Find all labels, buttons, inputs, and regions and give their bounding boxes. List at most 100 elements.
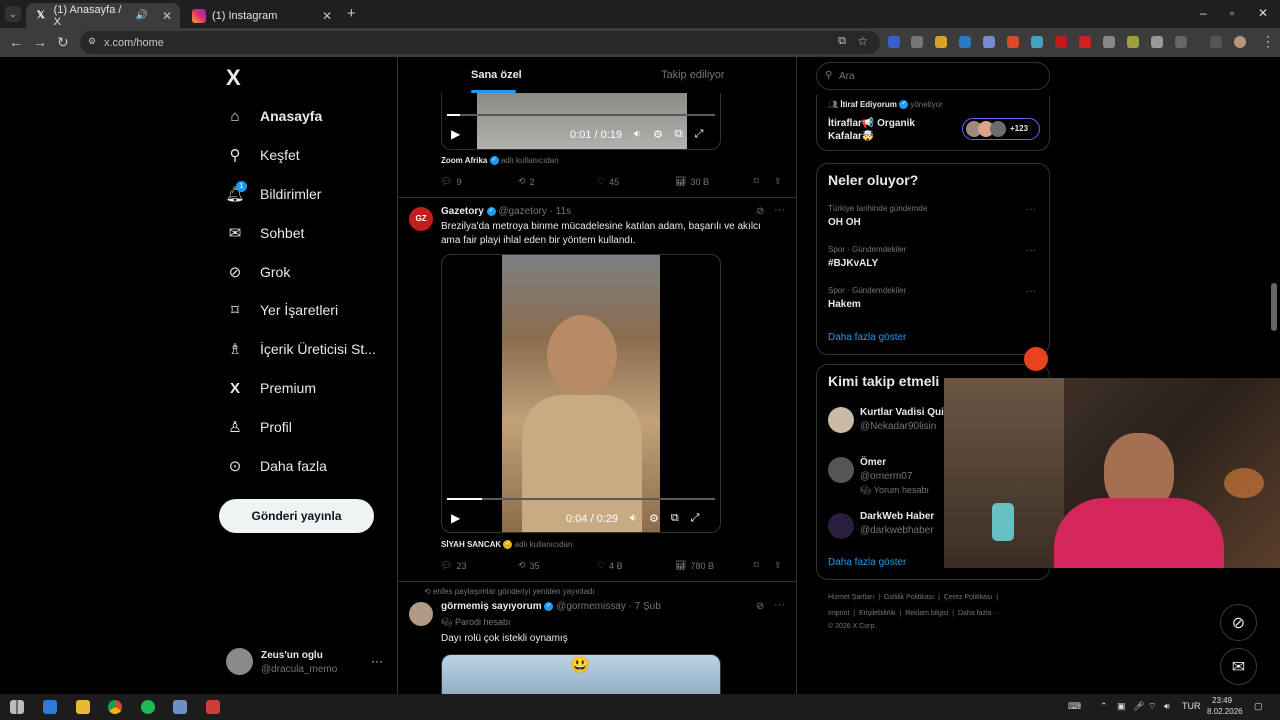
repost-button[interactable]: ⟲ 2: [518, 176, 535, 187]
sidebar-item-home[interactable]: ⌂ Anasayfa: [226, 104, 322, 128]
media-image[interactable]: 😃: [441, 654, 721, 694]
input-language[interactable]: TUR: [1182, 701, 1201, 711]
browser-tab-instagram[interactable]: (1) Instagram ✕: [184, 3, 340, 28]
footer-link[interactable]: Erişilebilirlik: [859, 610, 896, 617]
post-time[interactable]: · 11s: [550, 206, 572, 217]
show-more-link[interactable]: Daha fazla göster: [828, 332, 906, 343]
extension-icon[interactable]: [888, 36, 900, 48]
avatar[interactable]: GZ: [409, 207, 433, 231]
file-explorer-icon[interactable]: [76, 700, 90, 714]
avatar[interactable]: [409, 602, 433, 626]
show-more-link[interactable]: Daha fazla göster: [828, 557, 906, 568]
profile-avatar-icon[interactable]: [1234, 36, 1246, 48]
address-bar[interactable]: ⚙ x.com/home ⧉ ☆: [80, 31, 880, 54]
extension-icon[interactable]: [1079, 36, 1091, 48]
app-icon[interactable]: [173, 700, 187, 714]
tray-icon[interactable]: ▣: [1117, 701, 1126, 712]
notification-icon[interactable]: ▢: [1254, 701, 1263, 712]
spotify-icon[interactable]: [141, 700, 155, 714]
more-icon[interactable]: ···: [1026, 286, 1036, 297]
post-time[interactable]: · 7 Şub: [629, 601, 661, 612]
extension-icon[interactable]: [983, 36, 995, 48]
sidebar-item-chat[interactable]: ✉ Sohbet: [226, 221, 305, 245]
reading-list-icon[interactable]: [1210, 36, 1222, 48]
sidebar-item-bookmarks[interactable]: ⌑ Yer İşaretleri: [226, 298, 338, 322]
share-icon[interactable]: ⇪: [774, 560, 782, 571]
author-handle[interactable]: @gazetory: [498, 206, 547, 217]
settings-icon[interactable]: ⚙: [653, 128, 663, 141]
sidebar-item-more[interactable]: ⊙ Daha fazla: [226, 454, 327, 478]
microphone-icon[interactable]: 🎤︎: [1133, 701, 1144, 712]
extension-icon[interactable]: [935, 36, 947, 48]
tab-search-button[interactable]: ⌄: [5, 6, 21, 22]
volume-icon[interactable]: 🔊︎: [1164, 701, 1170, 712]
close-tab-icon[interactable]: ✕: [162, 9, 172, 23]
extension-icon[interactable]: [1103, 36, 1115, 48]
back-icon[interactable]: ←: [9, 34, 23, 50]
bookmark-star-icon[interactable]: ☆: [857, 34, 868, 48]
grok-icon[interactable]: ⊘: [756, 206, 764, 217]
network-icon[interactable]: ⌔: [1148, 701, 1156, 712]
install-app-icon[interactable]: ⧉: [838, 35, 846, 48]
footer-link[interactable]: Gizlilik Politikası: [884, 594, 934, 601]
volume-icon[interactable]: 🔉︎: [630, 512, 637, 525]
pip-icon[interactable]: ⧉: [675, 128, 683, 141]
fullscreen-icon[interactable]: ⤢: [691, 512, 700, 525]
more-icon[interactable]: ···: [1026, 245, 1036, 256]
app-icon[interactable]: [43, 700, 57, 714]
extension-icon[interactable]: [1127, 36, 1139, 48]
sidebar-item-profile[interactable]: ♙ Profil: [226, 415, 292, 439]
extension-icon[interactable]: [1031, 36, 1043, 48]
repost-note-text[interactable]: enfes paylaşımlar gönderiyi yeniden yayı…: [433, 587, 595, 596]
sidebar-item-creator-studio[interactable]: ♗ İçerik Üreticisi St...: [226, 337, 376, 361]
app-icon[interactable]: [206, 700, 220, 714]
views-button[interactable]: 📊︎ 780 B: [675, 560, 714, 571]
video-progress-bar[interactable]: [447, 498, 715, 500]
author-name[interactable]: görmemiş sayıyorum: [441, 601, 542, 612]
chrome-icon[interactable]: [108, 700, 122, 714]
browser-tab-x[interactable]: 𝕏 (1) Anasayfa / X 🔊 ✕: [26, 3, 180, 28]
footer-link[interactable]: Imprint: [828, 610, 849, 617]
more-icon[interactable]: ···: [371, 654, 383, 668]
grok-icon[interactable]: ⊘: [756, 601, 764, 612]
more-icon[interactable]: ···: [774, 599, 785, 611]
community-title[interactable]: İtiraflar📢 Organik Kafalar🤯: [828, 117, 915, 143]
views-button[interactable]: 📊︎ 30 B: [675, 176, 709, 187]
more-icon[interactable]: ···: [1026, 204, 1036, 215]
sidebar-item-notifications[interactable]: 🔔︎ 1 Bildirimler: [225, 181, 321, 206]
extension-icon[interactable]: [911, 36, 923, 48]
extensions-puzzle-icon[interactable]: [1175, 36, 1187, 48]
video-progress-bar[interactable]: [447, 114, 715, 116]
new-tab-button[interactable]: +: [347, 5, 356, 22]
clock-time[interactable]: 23:49: [1212, 696, 1232, 705]
browser-menu-icon[interactable]: ⋮: [1261, 33, 1275, 50]
community-name[interactable]: İtiraf Ediyorum: [840, 100, 896, 109]
reload-icon[interactable]: ↻: [57, 34, 69, 51]
close-window-button[interactable]: ✕: [1258, 6, 1268, 20]
keyboard-icon[interactable]: ⌨: [1068, 701, 1081, 712]
author-name[interactable]: Gazetory: [441, 206, 484, 217]
video-player[interactable]: ▶ 0:04 / 0:29 🔉︎ ⚙ ⧉ ⤢: [441, 254, 721, 533]
fullscreen-icon[interactable]: ⤢: [695, 128, 704, 141]
community-card[interactable]: 👥︎ İtiraf Ediyorum ✓ yönetiyor İtiraflar…: [816, 95, 1050, 151]
more-icon[interactable]: ···: [774, 204, 785, 216]
like-button[interactable]: ♡ 45: [597, 176, 619, 187]
tray-overflow-icon[interactable]: ⌃: [1100, 701, 1108, 712]
footer-link[interactable]: Reklam bilgisi: [905, 610, 948, 617]
extension-icon[interactable]: [1055, 36, 1067, 48]
repost-button[interactable]: ⟲ 35: [518, 560, 540, 571]
tab-for-you[interactable]: Sana özel: [471, 69, 522, 81]
extension-icon[interactable]: [959, 36, 971, 48]
author-handle[interactable]: @gormemissay: [556, 601, 626, 612]
post-button[interactable]: Gönderi yayınla: [219, 499, 374, 533]
clock-date[interactable]: 8.02.2026: [1207, 707, 1243, 716]
bookmark-icon[interactable]: ⌑: [754, 560, 759, 571]
footer-link[interactable]: Çerez Politikası: [944, 594, 993, 601]
trend-item[interactable]: Türkiye tarihinde gündemde OH OH ···: [828, 204, 1036, 228]
source-name[interactable]: Zoom Afrika: [441, 156, 487, 165]
windows-start-icon[interactable]: [10, 700, 24, 714]
reply-button[interactable]: 💬︎ 23: [441, 560, 466, 571]
source-name[interactable]: SİYAH SANCAK: [441, 540, 501, 549]
extension-icon[interactable]: [1007, 36, 1019, 48]
footer-link[interactable]: Daha fazla ···: [958, 610, 1000, 617]
